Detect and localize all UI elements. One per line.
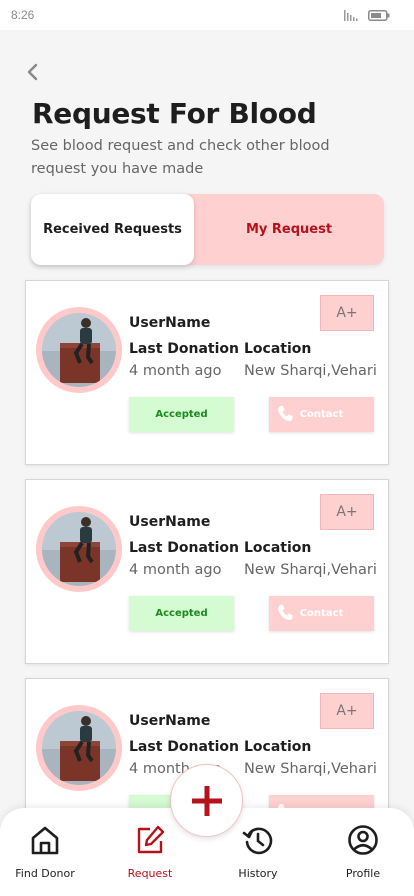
avatar-ring	[36, 705, 122, 791]
page-title: Request For Blood	[32, 97, 317, 130]
add-request-button[interactable]	[170, 764, 243, 837]
contact-label: Contact	[299, 409, 344, 420]
edit-icon	[137, 825, 165, 854]
location-label: Location	[244, 739, 312, 755]
last-donation-label: Last Donation	[129, 341, 239, 357]
location-label: Location	[244, 341, 312, 357]
nav-request[interactable]: Request	[105, 822, 195, 888]
signal-icon	[344, 10, 358, 21]
tab-my-request[interactable]: My Request	[194, 194, 384, 265]
request-card: A+ UserName Last Donation 4 month ago Locati…	[25, 479, 389, 664]
avatar-photo	[42, 313, 116, 387]
status-time: 8:26	[11, 8, 35, 22]
avatar-photo	[42, 512, 116, 586]
avatar	[42, 313, 116, 387]
last-donation-label: Last Donation	[129, 739, 239, 755]
history-icon	[242, 827, 273, 855]
status-bar: 8:26	[0, 0, 414, 30]
contact-label: Contact	[299, 608, 344, 619]
blood-group-badge: A+	[320, 494, 374, 530]
location-value: New Sharqi,Vehari	[244, 761, 377, 777]
last-donation-value: 4 month ago	[129, 363, 222, 379]
nav-label-profile: Profile	[345, 867, 381, 880]
request-card: A+ UserName Last Donation 4 month ago Locati…	[25, 280, 389, 465]
status-badge: Accepted	[129, 397, 234, 432]
nav-label-history: History	[238, 867, 278, 880]
last-donation-value: 4 month ago	[129, 562, 222, 578]
nav-label-find-donor: Find Donor	[15, 867, 75, 880]
last-donation-label: Last Donation	[129, 540, 239, 556]
location-label: Location	[244, 540, 312, 556]
plus-icon	[191, 785, 222, 816]
request-tabs: Received Requests My Request	[31, 194, 384, 265]
nav-profile[interactable]: Profile	[318, 822, 408, 888]
battery-icon	[368, 10, 390, 21]
status-badge: Accepted	[129, 596, 234, 631]
blood-group-badge: A+	[320, 693, 374, 729]
avatar	[42, 512, 116, 586]
blood-group-badge: A+	[320, 295, 374, 331]
avatar-ring	[36, 307, 122, 393]
profile-icon	[348, 825, 378, 855]
back-button[interactable]	[24, 62, 44, 82]
location-value: New Sharqi,Vehari	[244, 562, 377, 578]
nav-history[interactable]: History	[213, 822, 303, 888]
phone-icon	[278, 406, 293, 421]
location-value: New Sharqi,Vehari	[244, 363, 377, 379]
page-subtitle: See blood request and check other blood …	[31, 138, 330, 177]
nav-find-donor[interactable]: Find Donor	[0, 822, 90, 888]
home-icon	[31, 826, 59, 855]
contact-button[interactable]: Contact	[269, 596, 374, 631]
nav-label-request: Request	[127, 867, 173, 880]
username: UserName	[129, 514, 211, 530]
avatar-photo	[42, 711, 116, 785]
tab-received-requests[interactable]: Received Requests	[31, 194, 194, 265]
phone-icon	[278, 605, 293, 620]
avatar-ring	[36, 506, 122, 592]
username: UserName	[129, 713, 211, 729]
contact-button[interactable]: Contact	[269, 397, 374, 432]
username: UserName	[129, 315, 211, 331]
avatar	[42, 711, 116, 785]
